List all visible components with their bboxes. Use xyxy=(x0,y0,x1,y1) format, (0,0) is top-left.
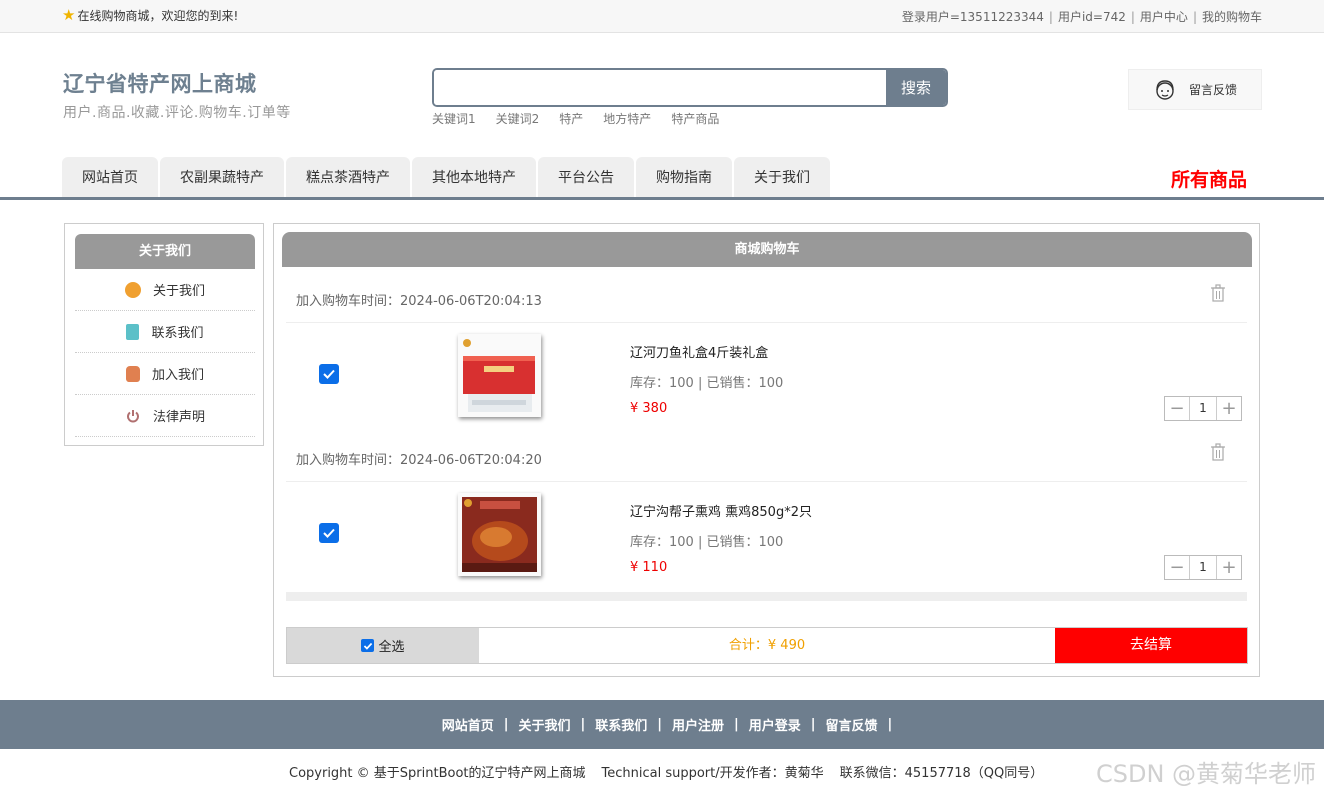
cart-item-checkbox[interactable] xyxy=(319,364,339,384)
copyright-text: Copyright © 基于SprintBoot的辽宁特产网上商城 xyxy=(289,766,586,781)
cart-total: 合计：¥ 490 xyxy=(728,638,806,653)
hot-keywords: 关键词1 关键词2 特产 地方特产 特产商品 xyxy=(432,110,719,127)
site-title[interactable]: 辽宁省特产网上商城 xyxy=(63,68,291,98)
plus-button[interactable]: + xyxy=(1217,397,1241,420)
footer-link-about[interactable]: 关于我们 xyxy=(508,715,580,734)
keyword-link[interactable]: 关键词1 xyxy=(432,110,476,127)
user-id: 用户id=742 xyxy=(1057,10,1126,24)
lock-icon xyxy=(125,365,140,382)
welcome-text: 在线购物商城，欢迎您的到来! xyxy=(77,9,239,23)
star-icon: ★ xyxy=(62,6,76,24)
product-price: ¥ 380 xyxy=(630,401,668,416)
top-bar: ★ 在线购物商城，欢迎您的到来! 登录用户=13511223344 | 用户id=7… xyxy=(0,0,1324,33)
product-name[interactable]: 辽河刀鱼礼盒4斤装礼盒 xyxy=(630,342,768,361)
feedback-button[interactable]: 留言反馈 xyxy=(1128,69,1262,110)
sidebar: 关于我们 关于我们 联系我们 加入我们 法律声明 xyxy=(64,223,264,446)
sidebar-item-label: 加入我们 xyxy=(151,368,204,383)
keyword-link[interactable]: 特产 xyxy=(559,110,583,127)
site-subtitle: 用户.商品.收藏.评论.购物车.订单等 xyxy=(63,105,291,121)
footer-link-login[interactable]: 用户登录 xyxy=(739,715,811,734)
cart-item-added-time: 加入购物车时间：2024-06-06T20:04:13 xyxy=(296,294,542,309)
search-button[interactable]: 搜索 xyxy=(886,70,946,105)
sidebar-title: 关于我们 xyxy=(75,234,255,269)
cart-summary-bar: 全选 合计：¥ 490 去结算 xyxy=(286,627,1248,664)
contact-text: 联系微信：45157718（QQ同号） xyxy=(839,766,1044,781)
footer-link-contact[interactable]: 联系我们 xyxy=(585,715,657,734)
nav-tab-guide[interactable]: 购物指南 xyxy=(636,157,732,197)
quantity-value[interactable]: 1 xyxy=(1189,397,1217,420)
nav-tab-home[interactable]: 网站首页 xyxy=(62,157,158,197)
select-all-toggle[interactable]: 全选 xyxy=(287,628,479,663)
my-cart-link[interactable]: 我的购物车 xyxy=(1202,10,1262,24)
nav-tab-pastry[interactable]: 糕点茶酒特产 xyxy=(286,157,410,197)
keyword-link[interactable]: 特产商品 xyxy=(671,110,719,127)
product-image[interactable] xyxy=(458,334,541,417)
feedback-label: 留言反馈 xyxy=(1189,83,1238,97)
plus-button[interactable]: + xyxy=(1217,556,1241,579)
sidebar-item-contact[interactable]: 联系我们 xyxy=(75,311,255,353)
nav-tab-other[interactable]: 其他本地特产 xyxy=(412,157,536,197)
keyword-link[interactable]: 地方特产 xyxy=(603,110,651,127)
cart-panel: 商城购物车 加入购物车时间：2024-06-06T20:04:13 辽河刀鱼礼盒… xyxy=(273,223,1260,677)
sidebar-item-about[interactable]: 关于我们 xyxy=(75,269,255,311)
product-stock: 库存：100 | 已销售：100 xyxy=(630,535,784,550)
watermark: CSDN @黄菊华老师 xyxy=(1096,760,1317,788)
nav-tab-about[interactable]: 关于我们 xyxy=(734,157,830,197)
cart-title: 商城购物车 xyxy=(282,232,1252,267)
site-brand: 辽宁省特产网上商城 用户.商品.收藏.评论.购物车.订单等 xyxy=(63,68,291,122)
sidebar-item-join[interactable]: 加入我们 xyxy=(75,353,255,395)
product-price: ¥ 110 xyxy=(630,560,668,575)
quantity-value[interactable]: 1 xyxy=(1189,556,1217,579)
nav-divider xyxy=(0,197,1324,200)
keyword-link[interactable]: 关键词2 xyxy=(496,110,540,127)
row-divider xyxy=(286,481,1247,482)
sidebar-item-label: 联系我们 xyxy=(151,326,204,341)
quantity-stepper: − 1 + xyxy=(1164,555,1242,580)
checkout-button[interactable]: 去结算 xyxy=(1055,628,1247,663)
user-center-link[interactable]: 用户中心 xyxy=(1140,10,1188,24)
footer-link-register[interactable]: 用户注册 xyxy=(662,715,734,734)
sidebar-item-label: 关于我们 xyxy=(152,284,205,299)
trash-icon[interactable] xyxy=(1210,284,1226,302)
main-nav: 网站首页 农副果蔬特产 糕点茶酒特产 其他本地特产 平台公告 购物指南 关于我们 xyxy=(62,157,830,197)
check-icon xyxy=(323,528,335,538)
cart-separator xyxy=(286,592,1247,601)
trash-icon[interactable] xyxy=(1210,443,1226,461)
check-icon xyxy=(323,369,335,379)
footer-link-home[interactable]: 网站首页 xyxy=(432,715,504,734)
product-name[interactable]: 辽宁沟帮子熏鸡 熏鸡850g*2只 xyxy=(630,501,812,520)
select-all-checkbox[interactable] xyxy=(361,639,375,652)
nav-tab-farm[interactable]: 农副果蔬特产 xyxy=(160,157,284,197)
clipboard-icon xyxy=(126,323,140,340)
select-all-label: 全选 xyxy=(378,640,405,655)
customer-service-icon xyxy=(1156,79,1174,100)
copyright: Copyright © 基于SprintBoot的辽宁特产网上商城 Technic… xyxy=(289,762,1043,781)
search-input[interactable] xyxy=(434,70,886,105)
nav-tab-notice[interactable]: 平台公告 xyxy=(538,157,634,197)
quantity-stepper: − 1 + xyxy=(1164,396,1242,421)
user-links: 登录用户=13511223344 | 用户id=742 | 用户中心 | 我的购物车 xyxy=(901,10,1262,24)
power-icon xyxy=(127,409,139,422)
cart-item-added-time: 加入购物车时间：2024-06-06T20:04:20 xyxy=(296,453,542,468)
sidebar-item-label: 法律声明 xyxy=(152,410,205,425)
product-image[interactable] xyxy=(458,493,541,576)
all-goods-link[interactable]: 所有商品 xyxy=(1171,165,1247,192)
welcome-message: ★ 在线购物商城，欢迎您的到来! xyxy=(62,7,238,24)
minus-button[interactable]: − xyxy=(1165,397,1189,420)
cart-item-checkbox[interactable] xyxy=(319,523,339,543)
sidebar-item-legal[interactable]: 法律声明 xyxy=(75,395,255,437)
support-text: Technical support/开发作者：黄菊华 xyxy=(601,766,824,781)
logged-in-user: 登录用户=13511223344 xyxy=(901,10,1044,24)
minus-button[interactable]: − xyxy=(1165,556,1189,579)
search-box: 搜索 xyxy=(432,68,948,107)
product-stock: 库存：100 | 已销售：100 xyxy=(630,376,784,391)
footer-link-feedback[interactable]: 留言反馈 xyxy=(816,715,888,734)
orange-circle-icon xyxy=(124,281,141,298)
footer-nav: 网站首页 | 关于我们 | 联系我们 | 用户注册 | 用户登录 | 留言反馈 | xyxy=(0,700,1324,749)
row-divider xyxy=(286,322,1247,323)
